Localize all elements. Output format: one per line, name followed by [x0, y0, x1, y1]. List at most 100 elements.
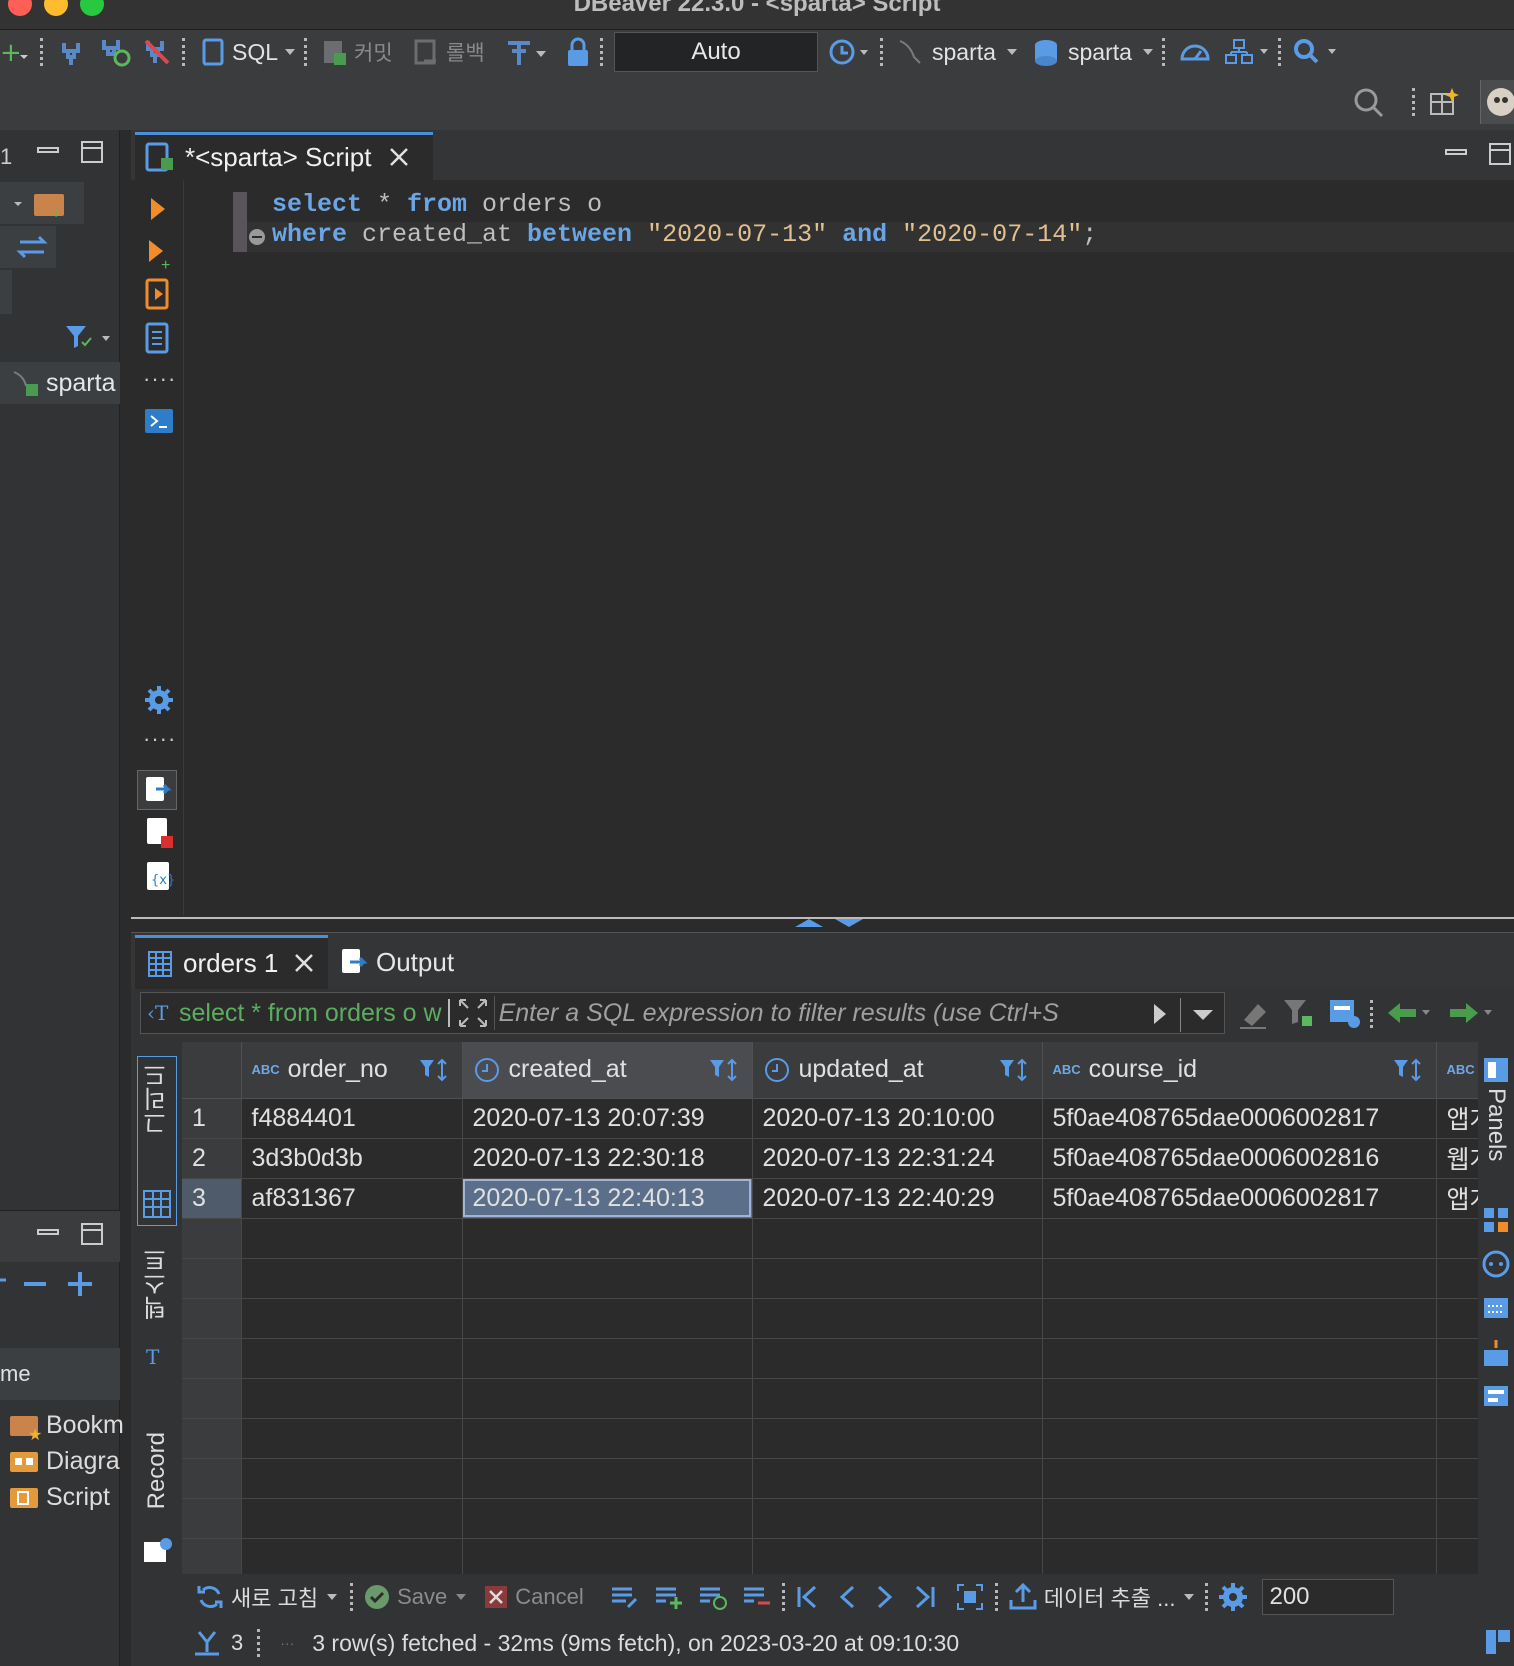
forward-icon[interactable] — [1446, 998, 1496, 1028]
column-header-updated-at[interactable]: updated_at — [752, 1042, 1043, 1099]
table-row-selected[interactable]: 3 af831367 2020-07-13 22:40:13 2020-07-1… — [182, 1178, 1478, 1219]
cell-updated-at[interactable]: 2020-07-13 22:31:24 — [752, 1138, 1043, 1179]
panels-tab[interactable]: Panels — [1480, 1056, 1512, 1161]
global-search-icon[interactable] — [1352, 86, 1386, 120]
cell-extra[interactable]: 앱개 — [1436, 1098, 1478, 1139]
back-icon[interactable] — [1384, 998, 1434, 1028]
cell-order-no[interactable]: af831367 — [241, 1178, 463, 1219]
sort-filter-icon[interactable] — [998, 1056, 1032, 1084]
datasource-selector[interactable]: sparta — [896, 30, 1020, 74]
column-header-truncated[interactable]: ABC — [1436, 1042, 1478, 1099]
delete-row-icon[interactable] — [742, 1583, 772, 1611]
cell-created-at-selected[interactable]: 2020-07-13 22:40:13 — [462, 1178, 753, 1219]
metadata-icon[interactable] — [1482, 1250, 1510, 1278]
column-header-created-at[interactable]: created_at — [462, 1042, 753, 1099]
execute-statement-icon[interactable] — [145, 194, 171, 224]
maximize-projects-icon[interactable] — [80, 1222, 104, 1246]
cancel-button[interactable]: Cancel — [483, 1584, 584, 1610]
erd-icon[interactable] — [1224, 30, 1274, 74]
cell-course-id[interactable]: 5f0ae408765dae0006002817 — [1042, 1098, 1437, 1139]
minimize-projects-icon[interactable] — [36, 1226, 60, 1240]
cell-updated-at[interactable]: 2020-07-13 20:10:00 — [752, 1098, 1043, 1139]
history-icon[interactable] — [826, 30, 876, 74]
edit-row-icon[interactable] — [610, 1583, 640, 1611]
references-icon[interactable] — [1482, 1382, 1510, 1410]
table-row[interactable]: 1 f4884401 2020-07-13 20:07:39 2020-07-1… — [182, 1098, 1478, 1139]
schema-selector[interactable]: sparta — [1032, 30, 1156, 74]
cell-order-no[interactable]: f4884401 — [241, 1098, 463, 1139]
transaction-mode-icon[interactable] — [504, 30, 548, 74]
cell-extra[interactable]: 웹개 — [1436, 1138, 1478, 1179]
sql-editor-button[interactable]: SQL — [200, 30, 298, 74]
panel-toggle-icon[interactable] — [1484, 1624, 1512, 1658]
apply-filter-icon[interactable] — [1148, 1000, 1172, 1028]
editor-results-splitter[interactable] — [131, 917, 1514, 933]
filter-input[interactable]: ‹T select * from orders o w Enter a SQL … — [140, 992, 1225, 1034]
grouping-icon[interactable] — [1482, 1338, 1510, 1368]
table-row[interactable]: 2 3d3b0d3b 2020-07-13 22:30:18 2020-07-1… — [182, 1138, 1478, 1179]
next-page-icon[interactable] — [875, 1584, 895, 1610]
close-tab-icon[interactable] — [290, 949, 320, 979]
filter-connections-icon[interactable] — [64, 322, 114, 352]
export-data-button[interactable]: 데이터 추출 ... — [1008, 1581, 1198, 1613]
terminal-icon[interactable] — [143, 406, 175, 436]
maximize-editor-icon[interactable] — [1488, 142, 1512, 166]
fetch-size-input[interactable]: 200 — [1262, 1579, 1395, 1615]
copy-row-icon[interactable] — [698, 1583, 728, 1611]
tab-orders-1[interactable]: orders 1 — [135, 935, 328, 989]
execute-script-icon[interactable] — [143, 278, 173, 312]
execute-new-tab-icon[interactable]: + — [145, 236, 175, 270]
project-item-diagrams[interactable]: Diagra — [8, 1446, 120, 1476]
filter-settings-icon[interactable] — [1282, 996, 1316, 1030]
tab-output[interactable]: Output — [338, 935, 454, 989]
new-connection-icon[interactable]: + — [0, 30, 30, 74]
panels-toggle-icon[interactable] — [1326, 996, 1366, 1030]
first-page-icon[interactable] — [795, 1584, 819, 1610]
filter-history-dropdown[interactable] — [1180, 998, 1220, 1032]
show-problems-icon[interactable] — [143, 816, 175, 850]
cell-created-at[interactable]: 2020-07-13 20:07:39 — [462, 1098, 753, 1139]
tab-record-view[interactable]: Record — [137, 1432, 177, 1566]
settings-gear-icon[interactable] — [143, 684, 175, 716]
connect-icon[interactable] — [58, 30, 84, 74]
sql-editor[interactable] — [131, 180, 1514, 915]
value-viewer-icon[interactable] — [1482, 1206, 1510, 1234]
previous-page-icon[interactable] — [837, 1584, 857, 1610]
more-actions-icon[interactable]: ···· — [143, 726, 176, 752]
column-header-course-id[interactable]: ABC course_id — [1042, 1042, 1437, 1099]
row-count-indicator[interactable]: 3 — [191, 1628, 243, 1658]
rollback-button[interactable]: 롤백 — [412, 30, 485, 74]
transaction-mode-select[interactable]: Auto — [614, 32, 818, 72]
disconnect-icon[interactable] — [142, 30, 172, 74]
perspective-icon[interactable] — [1428, 86, 1460, 118]
cell-extra[interactable]: 앱개 — [1436, 1178, 1478, 1219]
sort-filter-icon[interactable] — [418, 1056, 452, 1084]
code-line-1[interactable]: select * from orders o — [272, 190, 602, 219]
show-variables-icon[interactable]: {x} — [143, 860, 175, 894]
search-toolbar-icon[interactable] — [1292, 30, 1342, 74]
cell-updated-at[interactable]: 2020-07-13 22:40:29 — [752, 1178, 1043, 1219]
save-button[interactable]: Save — [363, 1583, 469, 1611]
cell-course-id[interactable]: 5f0ae408765dae0006002817 — [1042, 1178, 1437, 1219]
dbeaver-perspective-button[interactable] — [1480, 80, 1514, 124]
column-header-order-no[interactable]: ABC order_no — [241, 1042, 463, 1099]
fold-icon[interactable] — [248, 228, 266, 246]
fetch-all-icon[interactable] — [955, 1582, 985, 1612]
show-results-icon[interactable] — [137, 770, 177, 810]
explain-plan-icon[interactable] — [143, 322, 173, 356]
add-row-icon[interactable] — [654, 1583, 684, 1611]
minimize-editor-icon[interactable] — [1444, 146, 1468, 160]
maximize-panel-icon[interactable] — [80, 140, 104, 164]
close-tab-icon[interactable] — [385, 143, 415, 173]
sort-filter-icon[interactable] — [1392, 1056, 1426, 1084]
last-page-icon[interactable] — [913, 1584, 937, 1610]
expand-filter-icon[interactable] — [456, 996, 490, 1030]
lock-icon[interactable] — [564, 30, 592, 74]
cell-created-at[interactable]: 2020-07-13 22:30:18 — [462, 1138, 753, 1179]
tab-text-view[interactable]: 텍스트 T — [137, 1248, 177, 1372]
commit-button[interactable]: 커밋 — [320, 30, 393, 74]
results-settings-gear-icon[interactable] — [1216, 1580, 1250, 1614]
project-item-bookmarks[interactable]: ★ Bookm — [8, 1410, 124, 1440]
code-line-2[interactable]: where created_at between "2020-07-13" an… — [272, 220, 1097, 249]
tab-grid-view[interactable]: 그리드 — [137, 1056, 177, 1226]
